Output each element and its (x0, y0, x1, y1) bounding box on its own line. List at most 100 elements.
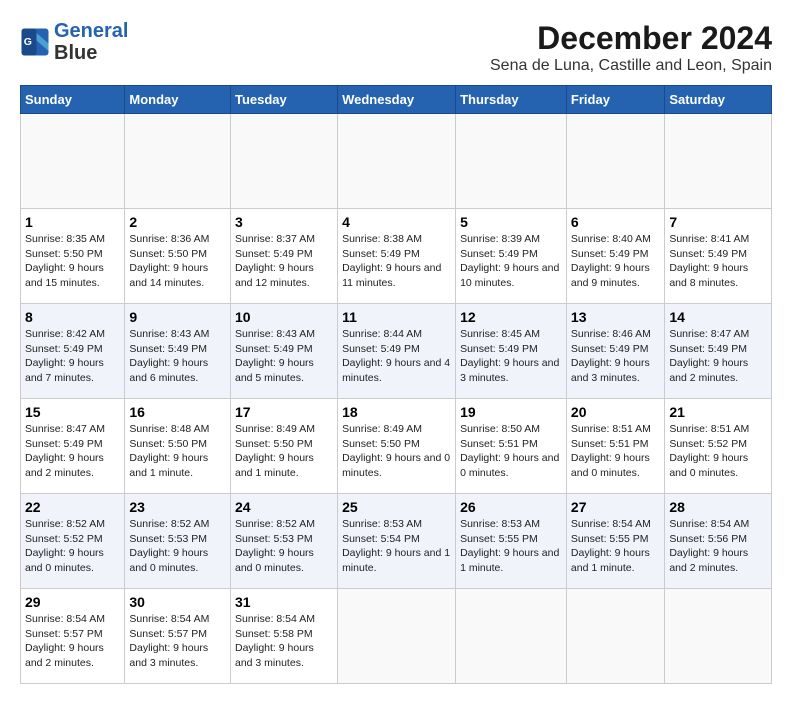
day-number: 14 (669, 309, 767, 325)
calendar-cell: 11 Sunrise: 8:44 AM Sunset: 5:49 PM Dayl… (338, 304, 456, 399)
calendar-table: Sunday Monday Tuesday Wednesday Thursday… (20, 85, 772, 684)
col-thursday: Thursday (456, 86, 567, 114)
day-info: Sunrise: 8:51 AM Sunset: 5:51 PM Dayligh… (571, 422, 660, 481)
calendar-cell: 15 Sunrise: 8:47 AM Sunset: 5:49 PM Dayl… (21, 399, 125, 494)
header: G General Blue December 2024 Sena de Lun… (20, 20, 772, 75)
calendar-cell (665, 589, 772, 684)
day-info: Sunrise: 8:43 AM Sunset: 5:49 PM Dayligh… (235, 327, 333, 386)
calendar-cell: 14 Sunrise: 8:47 AM Sunset: 5:49 PM Dayl… (665, 304, 772, 399)
day-info: Sunrise: 8:37 AM Sunset: 5:49 PM Dayligh… (235, 232, 333, 291)
day-info: Sunrise: 8:54 AM Sunset: 5:55 PM Dayligh… (571, 517, 660, 576)
day-number: 21 (669, 404, 767, 420)
calendar-cell: 29 Sunrise: 8:54 AM Sunset: 5:57 PM Dayl… (21, 589, 125, 684)
calendar-cell: 27 Sunrise: 8:54 AM Sunset: 5:55 PM Dayl… (566, 494, 664, 589)
calendar-cell (21, 114, 125, 209)
day-number: 10 (235, 309, 333, 325)
calendar-cell (566, 589, 664, 684)
logo: G General Blue (20, 20, 128, 64)
calendar-cell (456, 589, 567, 684)
calendar-cell: 13 Sunrise: 8:46 AM Sunset: 5:49 PM Dayl… (566, 304, 664, 399)
day-info: Sunrise: 8:40 AM Sunset: 5:49 PM Dayligh… (571, 232, 660, 291)
calendar-week-row (21, 114, 772, 209)
logo-line2: Blue (54, 42, 97, 64)
day-number: 9 (129, 309, 226, 325)
col-friday: Friday (566, 86, 664, 114)
calendar-cell: 19 Sunrise: 8:50 AM Sunset: 5:51 PM Dayl… (456, 399, 567, 494)
day-info: Sunrise: 8:52 AM Sunset: 5:53 PM Dayligh… (129, 517, 226, 576)
day-number: 24 (235, 499, 333, 515)
day-number: 12 (460, 309, 562, 325)
day-info: Sunrise: 8:52 AM Sunset: 5:52 PM Dayligh… (25, 517, 120, 576)
col-wednesday: Wednesday (338, 86, 456, 114)
calendar-week-row: 22 Sunrise: 8:52 AM Sunset: 5:52 PM Dayl… (21, 494, 772, 589)
calendar-cell: 21 Sunrise: 8:51 AM Sunset: 5:52 PM Dayl… (665, 399, 772, 494)
day-info: Sunrise: 8:49 AM Sunset: 5:50 PM Dayligh… (235, 422, 333, 481)
day-number: 30 (129, 594, 226, 610)
calendar-cell: 20 Sunrise: 8:51 AM Sunset: 5:51 PM Dayl… (566, 399, 664, 494)
title-area: December 2024 Sena de Luna, Castille and… (490, 20, 772, 75)
calendar-cell (338, 114, 456, 209)
day-info: Sunrise: 8:46 AM Sunset: 5:49 PM Dayligh… (571, 327, 660, 386)
location-title: Sena de Luna, Castille and Leon, Spain (490, 57, 772, 75)
calendar-cell: 24 Sunrise: 8:52 AM Sunset: 5:53 PM Dayl… (230, 494, 337, 589)
calendar-week-row: 29 Sunrise: 8:54 AM Sunset: 5:57 PM Dayl… (21, 589, 772, 684)
day-number: 7 (669, 214, 767, 230)
day-info: Sunrise: 8:54 AM Sunset: 5:58 PM Dayligh… (235, 612, 333, 671)
calendar-cell: 6 Sunrise: 8:40 AM Sunset: 5:49 PM Dayli… (566, 209, 664, 304)
day-info: Sunrise: 8:48 AM Sunset: 5:50 PM Dayligh… (129, 422, 226, 481)
day-number: 6 (571, 214, 660, 230)
calendar-cell: 23 Sunrise: 8:52 AM Sunset: 5:53 PM Dayl… (125, 494, 231, 589)
day-number: 20 (571, 404, 660, 420)
day-info: Sunrise: 8:36 AM Sunset: 5:50 PM Dayligh… (129, 232, 226, 291)
calendar-cell: 8 Sunrise: 8:42 AM Sunset: 5:49 PM Dayli… (21, 304, 125, 399)
calendar-cell: 12 Sunrise: 8:45 AM Sunset: 5:49 PM Dayl… (456, 304, 567, 399)
day-info: Sunrise: 8:49 AM Sunset: 5:50 PM Dayligh… (342, 422, 451, 481)
calendar-week-row: 1 Sunrise: 8:35 AM Sunset: 5:50 PM Dayli… (21, 209, 772, 304)
day-number: 4 (342, 214, 451, 230)
day-info: Sunrise: 8:45 AM Sunset: 5:49 PM Dayligh… (460, 327, 562, 386)
calendar-cell: 31 Sunrise: 8:54 AM Sunset: 5:58 PM Dayl… (230, 589, 337, 684)
calendar-cell: 25 Sunrise: 8:53 AM Sunset: 5:54 PM Dayl… (338, 494, 456, 589)
calendar-cell: 10 Sunrise: 8:43 AM Sunset: 5:49 PM Dayl… (230, 304, 337, 399)
day-info: Sunrise: 8:54 AM Sunset: 5:57 PM Dayligh… (25, 612, 120, 671)
day-info: Sunrise: 8:54 AM Sunset: 5:56 PM Dayligh… (669, 517, 767, 576)
day-info: Sunrise: 8:52 AM Sunset: 5:53 PM Dayligh… (235, 517, 333, 576)
day-number: 17 (235, 404, 333, 420)
calendar-cell (665, 114, 772, 209)
calendar-body: 1 Sunrise: 8:35 AM Sunset: 5:50 PM Dayli… (21, 114, 772, 684)
day-info: Sunrise: 8:39 AM Sunset: 5:49 PM Dayligh… (460, 232, 562, 291)
calendar-cell: 16 Sunrise: 8:48 AM Sunset: 5:50 PM Dayl… (125, 399, 231, 494)
calendar-cell: 9 Sunrise: 8:43 AM Sunset: 5:49 PM Dayli… (125, 304, 231, 399)
day-number: 29 (25, 594, 120, 610)
calendar-cell (338, 589, 456, 684)
day-info: Sunrise: 8:54 AM Sunset: 5:57 PM Dayligh… (129, 612, 226, 671)
day-info: Sunrise: 8:47 AM Sunset: 5:49 PM Dayligh… (25, 422, 120, 481)
day-info: Sunrise: 8:53 AM Sunset: 5:55 PM Dayligh… (460, 517, 562, 576)
calendar-cell: 4 Sunrise: 8:38 AM Sunset: 5:49 PM Dayli… (338, 209, 456, 304)
day-number: 11 (342, 309, 451, 325)
calendar-week-row: 8 Sunrise: 8:42 AM Sunset: 5:49 PM Dayli… (21, 304, 772, 399)
calendar-week-row: 15 Sunrise: 8:47 AM Sunset: 5:49 PM Dayl… (21, 399, 772, 494)
calendar-cell (125, 114, 231, 209)
day-number: 1 (25, 214, 120, 230)
col-saturday: Saturday (665, 86, 772, 114)
day-number: 27 (571, 499, 660, 515)
calendar-cell: 17 Sunrise: 8:49 AM Sunset: 5:50 PM Dayl… (230, 399, 337, 494)
calendar-cell (566, 114, 664, 209)
day-info: Sunrise: 8:42 AM Sunset: 5:49 PM Dayligh… (25, 327, 120, 386)
calendar-cell: 1 Sunrise: 8:35 AM Sunset: 5:50 PM Dayli… (21, 209, 125, 304)
day-number: 8 (25, 309, 120, 325)
day-info: Sunrise: 8:35 AM Sunset: 5:50 PM Dayligh… (25, 232, 120, 291)
logo-icon: G (20, 27, 50, 57)
day-info: Sunrise: 8:50 AM Sunset: 5:51 PM Dayligh… (460, 422, 562, 481)
calendar-cell: 28 Sunrise: 8:54 AM Sunset: 5:56 PM Dayl… (665, 494, 772, 589)
day-number: 2 (129, 214, 226, 230)
day-number: 25 (342, 499, 451, 515)
calendar-cell: 26 Sunrise: 8:53 AM Sunset: 5:55 PM Dayl… (456, 494, 567, 589)
day-info: Sunrise: 8:47 AM Sunset: 5:49 PM Dayligh… (669, 327, 767, 386)
day-number: 5 (460, 214, 562, 230)
month-title: December 2024 (490, 20, 772, 57)
col-sunday: Sunday (21, 86, 125, 114)
day-number: 26 (460, 499, 562, 515)
day-number: 19 (460, 404, 562, 420)
